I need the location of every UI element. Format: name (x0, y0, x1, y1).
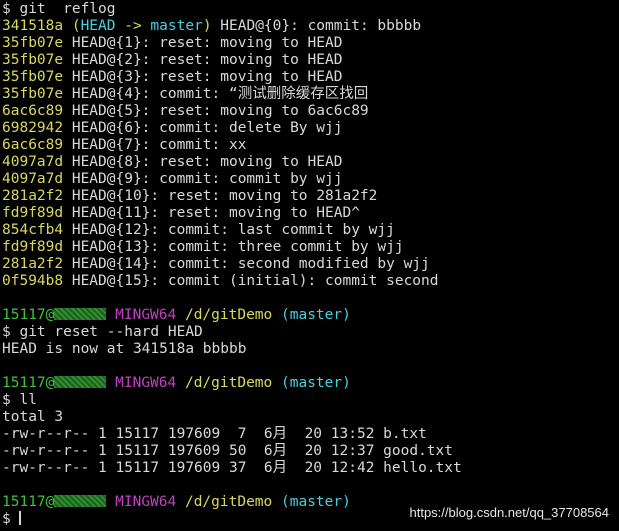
reflog-line: 854cfb4 HEAD@{12}: commit: last commit b… (2, 222, 619, 239)
command-line: $ git reflog (2, 1, 116, 17)
prompt-branch: (master) (281, 307, 351, 323)
reflog-line: 6ac6c89 HEAD@{7}: commit: xx (2, 137, 619, 154)
reflog-text: HEAD@{14}: commit: second modified by wj… (63, 256, 430, 272)
file-listing-row: -rw-r--r-- 1 15117 197609 37 6月 20 12:42… (2, 460, 462, 476)
decoration-close: ) (202, 18, 212, 34)
reflog-text: HEAD@{9}: commit: commit by wjj (63, 171, 343, 187)
reflog-line: 0f594b8 HEAD@{15}: commit (initial): com… (2, 273, 619, 290)
prompt-symbol: $ (2, 511, 20, 527)
redacted-hostname (54, 376, 107, 388)
commit-hash: 854cfb4 (2, 222, 64, 238)
prompt-branch: (master) (281, 375, 351, 391)
command-line: $ git reset --hard HEAD (2, 324, 203, 340)
prompt-mingw: MINGW64 (115, 307, 177, 323)
reflog-line: 281a2f2 HEAD@{10}: reset: moving to 281a… (2, 188, 619, 205)
prompt-user: 15117@ (2, 307, 55, 323)
reflog-text: HEAD@{4}: commit: “测试删除缓存区找回 (63, 86, 369, 102)
prompt-mingw: MINGW64 (115, 375, 177, 391)
redacted-hostname (54, 495, 107, 507)
commit-hash: fd9f89d (2, 239, 64, 255)
reflog-line: 35fb07e HEAD@{3}: reset: moving to HEAD (2, 69, 619, 86)
commit-hash: 35fb07e (2, 86, 64, 102)
reflog-line: 281a2f2 HEAD@{14}: commit: second modifi… (2, 256, 619, 273)
commit-hash: 35fb07e (2, 69, 64, 85)
reflog-line: 4097a7d HEAD@{8}: reset: moving to HEAD (2, 154, 619, 171)
commit-hash: 0f594b8 (2, 273, 64, 289)
commit-hash: 6982942 (2, 120, 64, 136)
reflog-text: HEAD@{13}: commit: three commit by wjj (63, 239, 404, 255)
commit-hash: 281a2f2 (2, 256, 64, 272)
reflog-text: HEAD@{7}: commit: xx (63, 137, 247, 153)
reflog-text: HEAD@{0}: commit: bbbbb (211, 18, 422, 34)
shell-prompt: 15117@ MINGW64 /d/gitDemo (master) (2, 307, 619, 324)
commit-hash: 35fb07e (2, 35, 64, 51)
reflog-text: HEAD@{1}: reset: moving to HEAD (63, 35, 343, 51)
commit-hash: 341518a (2, 18, 64, 34)
prompt-user: 15117@ (2, 494, 55, 510)
reflog-line: fd9f89d HEAD@{13}: commit: three commit … (2, 239, 619, 256)
reflog-line: 35fb07e HEAD@{4}: commit: “测试删除缓存区找回 (2, 86, 619, 103)
commit-hash: 35fb07e (2, 52, 64, 68)
prompt-path: /d/gitDemo (184, 375, 273, 391)
commit-hash: 281a2f2 (2, 188, 64, 204)
commit-hash: 6ac6c89 (2, 137, 64, 153)
prompt-user: 15117@ (2, 375, 55, 391)
watermark: https://blog.csdn.net/qq_37708564 (409, 505, 610, 520)
reflog-line: fd9f89d HEAD@{11}: reset: moving to HEAD… (2, 205, 619, 222)
prompt-path: /d/gitDemo (184, 307, 273, 323)
reflog-line: 341518a (HEAD -> master) HEAD@{0}: commi… (2, 18, 619, 35)
reflog-text: HEAD@{15}: commit (initial): commit seco… (63, 273, 439, 289)
prompt-branch: (master) (281, 494, 351, 510)
prompt-path: /d/gitDemo (184, 494, 273, 510)
command-line: $ ll (2, 392, 37, 408)
reflog-text: HEAD@{10}: reset: moving to 281a2f2 (63, 188, 378, 204)
decoration-open: ( (71, 18, 81, 34)
reflog-line: 4097a7d HEAD@{9}: commit: commit by wjj (2, 171, 619, 188)
decoration-arrow: -> (115, 18, 151, 34)
prompt-mingw: MINGW64 (115, 494, 177, 510)
command-output: total 3 (2, 409, 64, 425)
decoration-branch: master (150, 18, 203, 34)
reflog-text: HEAD@{6}: commit: delete By wjj (63, 120, 343, 136)
reflog-line: 35fb07e HEAD@{1}: reset: moving to HEAD (2, 35, 619, 52)
command-output: HEAD is now at 341518a bbbbb (2, 341, 247, 357)
reflog-text: HEAD@{3}: reset: moving to HEAD (63, 69, 343, 85)
decoration-head: HEAD (80, 18, 116, 34)
shell-prompt: 15117@ MINGW64 /d/gitDemo (master) (2, 375, 619, 392)
reflog-text: HEAD@{5}: reset: moving to 6ac6c89 (63, 103, 369, 119)
text-cursor (19, 511, 22, 525)
reflog-line: 35fb07e HEAD@{2}: reset: moving to HEAD (2, 52, 619, 69)
terminal-window[interactable]: $ git reflog 341518a (HEAD -> master) HE… (2, 1, 619, 531)
file-listing-row: -rw-r--r-- 1 15117 197609 50 6月 20 12:37… (2, 443, 453, 459)
reflog-line: 6982942 HEAD@{6}: commit: delete By wjj (2, 120, 619, 137)
reflog-text: HEAD@{2}: reset: moving to HEAD (63, 52, 343, 68)
commit-hash: 4097a7d (2, 154, 64, 170)
reflog-text: HEAD@{12}: commit: last commit by wjj (63, 222, 395, 238)
redacted-hostname (54, 308, 107, 320)
reflog-text: HEAD@{11}: reset: moving to HEAD^ (63, 205, 360, 221)
reflog-text: HEAD@{8}: reset: moving to HEAD (63, 154, 343, 170)
commit-hash: 6ac6c89 (2, 103, 64, 119)
commit-hash: fd9f89d (2, 205, 64, 221)
commit-hash: 4097a7d (2, 171, 64, 187)
reflog-line: 6ac6c89 HEAD@{5}: reset: moving to 6ac6c… (2, 103, 619, 120)
file-listing-row: -rw-r--r-- 1 15117 197609 7 6月 20 13:52 … (2, 426, 427, 442)
